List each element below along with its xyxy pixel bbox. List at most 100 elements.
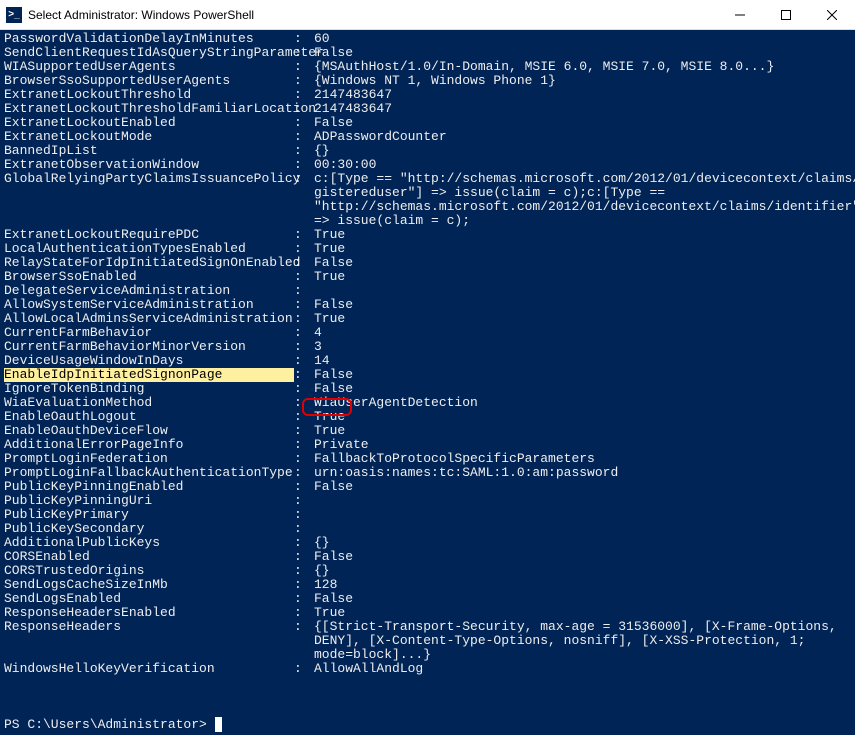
property-value: True: [314, 270, 345, 284]
property-key: ExtranetLockoutMode: [4, 130, 294, 144]
output-row: ExtranetLockoutThresholdFamiliarLocation…: [4, 102, 851, 116]
property-key: BrowserSsoEnabled: [4, 270, 294, 284]
property-key: LocalAuthenticationTypesEnabled: [4, 242, 294, 256]
separator: :: [294, 494, 314, 508]
property-value: True: [314, 424, 345, 438]
separator: :: [294, 102, 314, 116]
blank-line: [4, 690, 851, 704]
output-row: ResponseHeadersEnabled: True: [4, 606, 851, 620]
separator: :: [294, 340, 314, 354]
output-row: CORSTrustedOrigins: {}: [4, 564, 851, 578]
separator: :: [294, 522, 314, 536]
property-key: DeviceUsageWindowInDays: [4, 354, 294, 368]
separator: :: [294, 130, 314, 144]
output-row: EnableOauthDeviceFlow: True: [4, 424, 851, 438]
property-key: ExtranetLockoutEnabled: [4, 116, 294, 130]
property-key: ExtranetLockoutThreshold: [4, 88, 294, 102]
prompt-line[interactable]: PS C:\Users\Administrator>: [4, 718, 851, 732]
window-controls: [717, 0, 855, 29]
property-value: True: [314, 242, 345, 256]
property-value: False: [314, 480, 353, 494]
output-row: CORSEnabled: False: [4, 550, 851, 564]
property-key: IgnoreTokenBinding: [4, 382, 294, 396]
property-key: PromptLoginFallbackAuthenticationType: [4, 466, 294, 480]
output-row: AdditionalErrorPageInfo: Private: [4, 438, 851, 452]
separator: :: [294, 312, 314, 326]
property-value-continuation: => issue(claim = c);: [314, 214, 470, 228]
powershell-icon: >_: [6, 7, 22, 23]
property-value: {}: [314, 536, 330, 550]
property-value: AllowAllAndLog: [314, 662, 423, 676]
output-row: PublicKeySecondary:: [4, 522, 851, 536]
property-value: 00:30:00: [314, 158, 376, 172]
property-value: WiaUserAgentDetection: [314, 396, 478, 410]
separator: :: [294, 228, 314, 242]
separator: :: [294, 32, 314, 46]
output-row: WiaEvaluationMethod: WiaUserAgentDetecti…: [4, 396, 851, 410]
property-value-continuation: gistereduser"] => issue(claim = c);c:[Ty…: [314, 186, 665, 200]
property-value: {[Strict-Transport-Security, max-age = 3…: [314, 620, 837, 634]
property-key: ResponseHeaders: [4, 620, 294, 634]
separator: :: [294, 172, 314, 186]
separator: :: [294, 536, 314, 550]
output-row-continuation: => issue(claim = c);: [4, 214, 851, 228]
property-value: ADPasswordCounter: [314, 130, 447, 144]
output-row: ExtranetLockoutEnabled: False: [4, 116, 851, 130]
close-button[interactable]: [809, 0, 855, 30]
property-value: 60: [314, 32, 330, 46]
property-value: True: [314, 312, 345, 326]
property-key: CORSTrustedOrigins: [4, 564, 294, 578]
property-value: {}: [314, 564, 330, 578]
separator: :: [294, 298, 314, 312]
terminal-output[interactable]: PasswordValidationDelayInMinutes: 60Send…: [0, 30, 855, 735]
property-key: ExtranetLockoutRequirePDC: [4, 228, 294, 242]
output-row: EnableOauthLogout: True: [4, 410, 851, 424]
output-row: SendLogsEnabled: False: [4, 592, 851, 606]
output-row: CurrentFarmBehavior: 4: [4, 326, 851, 340]
output-row: PublicKeyPrimary:: [4, 508, 851, 522]
property-value: False: [314, 550, 353, 564]
property-key: AllowLocalAdminsServiceAdministration: [4, 312, 294, 326]
property-key: EnableOauthDeviceFlow: [4, 424, 294, 438]
separator: :: [294, 508, 314, 522]
property-value: 3: [314, 340, 322, 354]
property-key: PromptLoginFederation: [4, 452, 294, 466]
separator: :: [294, 410, 314, 424]
output-row-continuation: DENY], [X-Content-Type-Options, nosniff]…: [4, 634, 851, 648]
property-key: AllowSystemServiceAdministration: [4, 298, 294, 312]
cursor: [215, 717, 223, 732]
property-value: False: [314, 256, 353, 270]
property-key: RelayStateForIdpInitiatedSignOnEnabled: [4, 256, 294, 270]
output-row: WIASupportedUserAgents: {MSAuthHost/1.0/…: [4, 60, 851, 74]
property-key: ExtranetObservationWindow: [4, 158, 294, 172]
separator: :: [294, 480, 314, 494]
separator: :: [294, 368, 314, 382]
property-value: False: [314, 592, 353, 606]
property-value: False: [314, 46, 353, 60]
property-key: EnableOauthLogout: [4, 410, 294, 424]
property-key: CurrentFarmBehaviorMinorVersion: [4, 340, 294, 354]
output-row: IgnoreTokenBinding: False: [4, 382, 851, 396]
property-value: False: [314, 368, 353, 382]
output-row: PasswordValidationDelayInMinutes: 60: [4, 32, 851, 46]
separator: :: [294, 74, 314, 88]
output-row: ExtranetLockoutRequirePDC: True: [4, 228, 851, 242]
minimize-button[interactable]: [717, 0, 763, 30]
property-key: SendClientRequestIdAsQueryStringParamete…: [4, 46, 294, 60]
property-value: c:[Type == "http://schemas.microsoft.com…: [314, 172, 855, 186]
property-value: Private: [314, 438, 369, 452]
separator: :: [294, 284, 314, 298]
output-row-continuation: gistereduser"] => issue(claim = c);c:[Ty…: [4, 186, 851, 200]
property-key: CurrentFarmBehavior: [4, 326, 294, 340]
maximize-button[interactable]: [763, 0, 809, 30]
output-row: AllowLocalAdminsServiceAdministration: T…: [4, 312, 851, 326]
property-value: 2147483647: [314, 102, 392, 116]
output-row: PublicKeyPinningEnabled: False: [4, 480, 851, 494]
property-value: FallbackToProtocolSpecificParameters: [314, 452, 595, 466]
property-value-continuation: mode=block]...}: [314, 648, 431, 662]
separator: :: [294, 354, 314, 368]
output-row: CurrentFarmBehaviorMinorVersion: 3: [4, 340, 851, 354]
property-key: WiaEvaluationMethod: [4, 396, 294, 410]
output-row: GlobalRelyingPartyClaimsIssuancePolicy: …: [4, 172, 851, 186]
separator: :: [294, 592, 314, 606]
